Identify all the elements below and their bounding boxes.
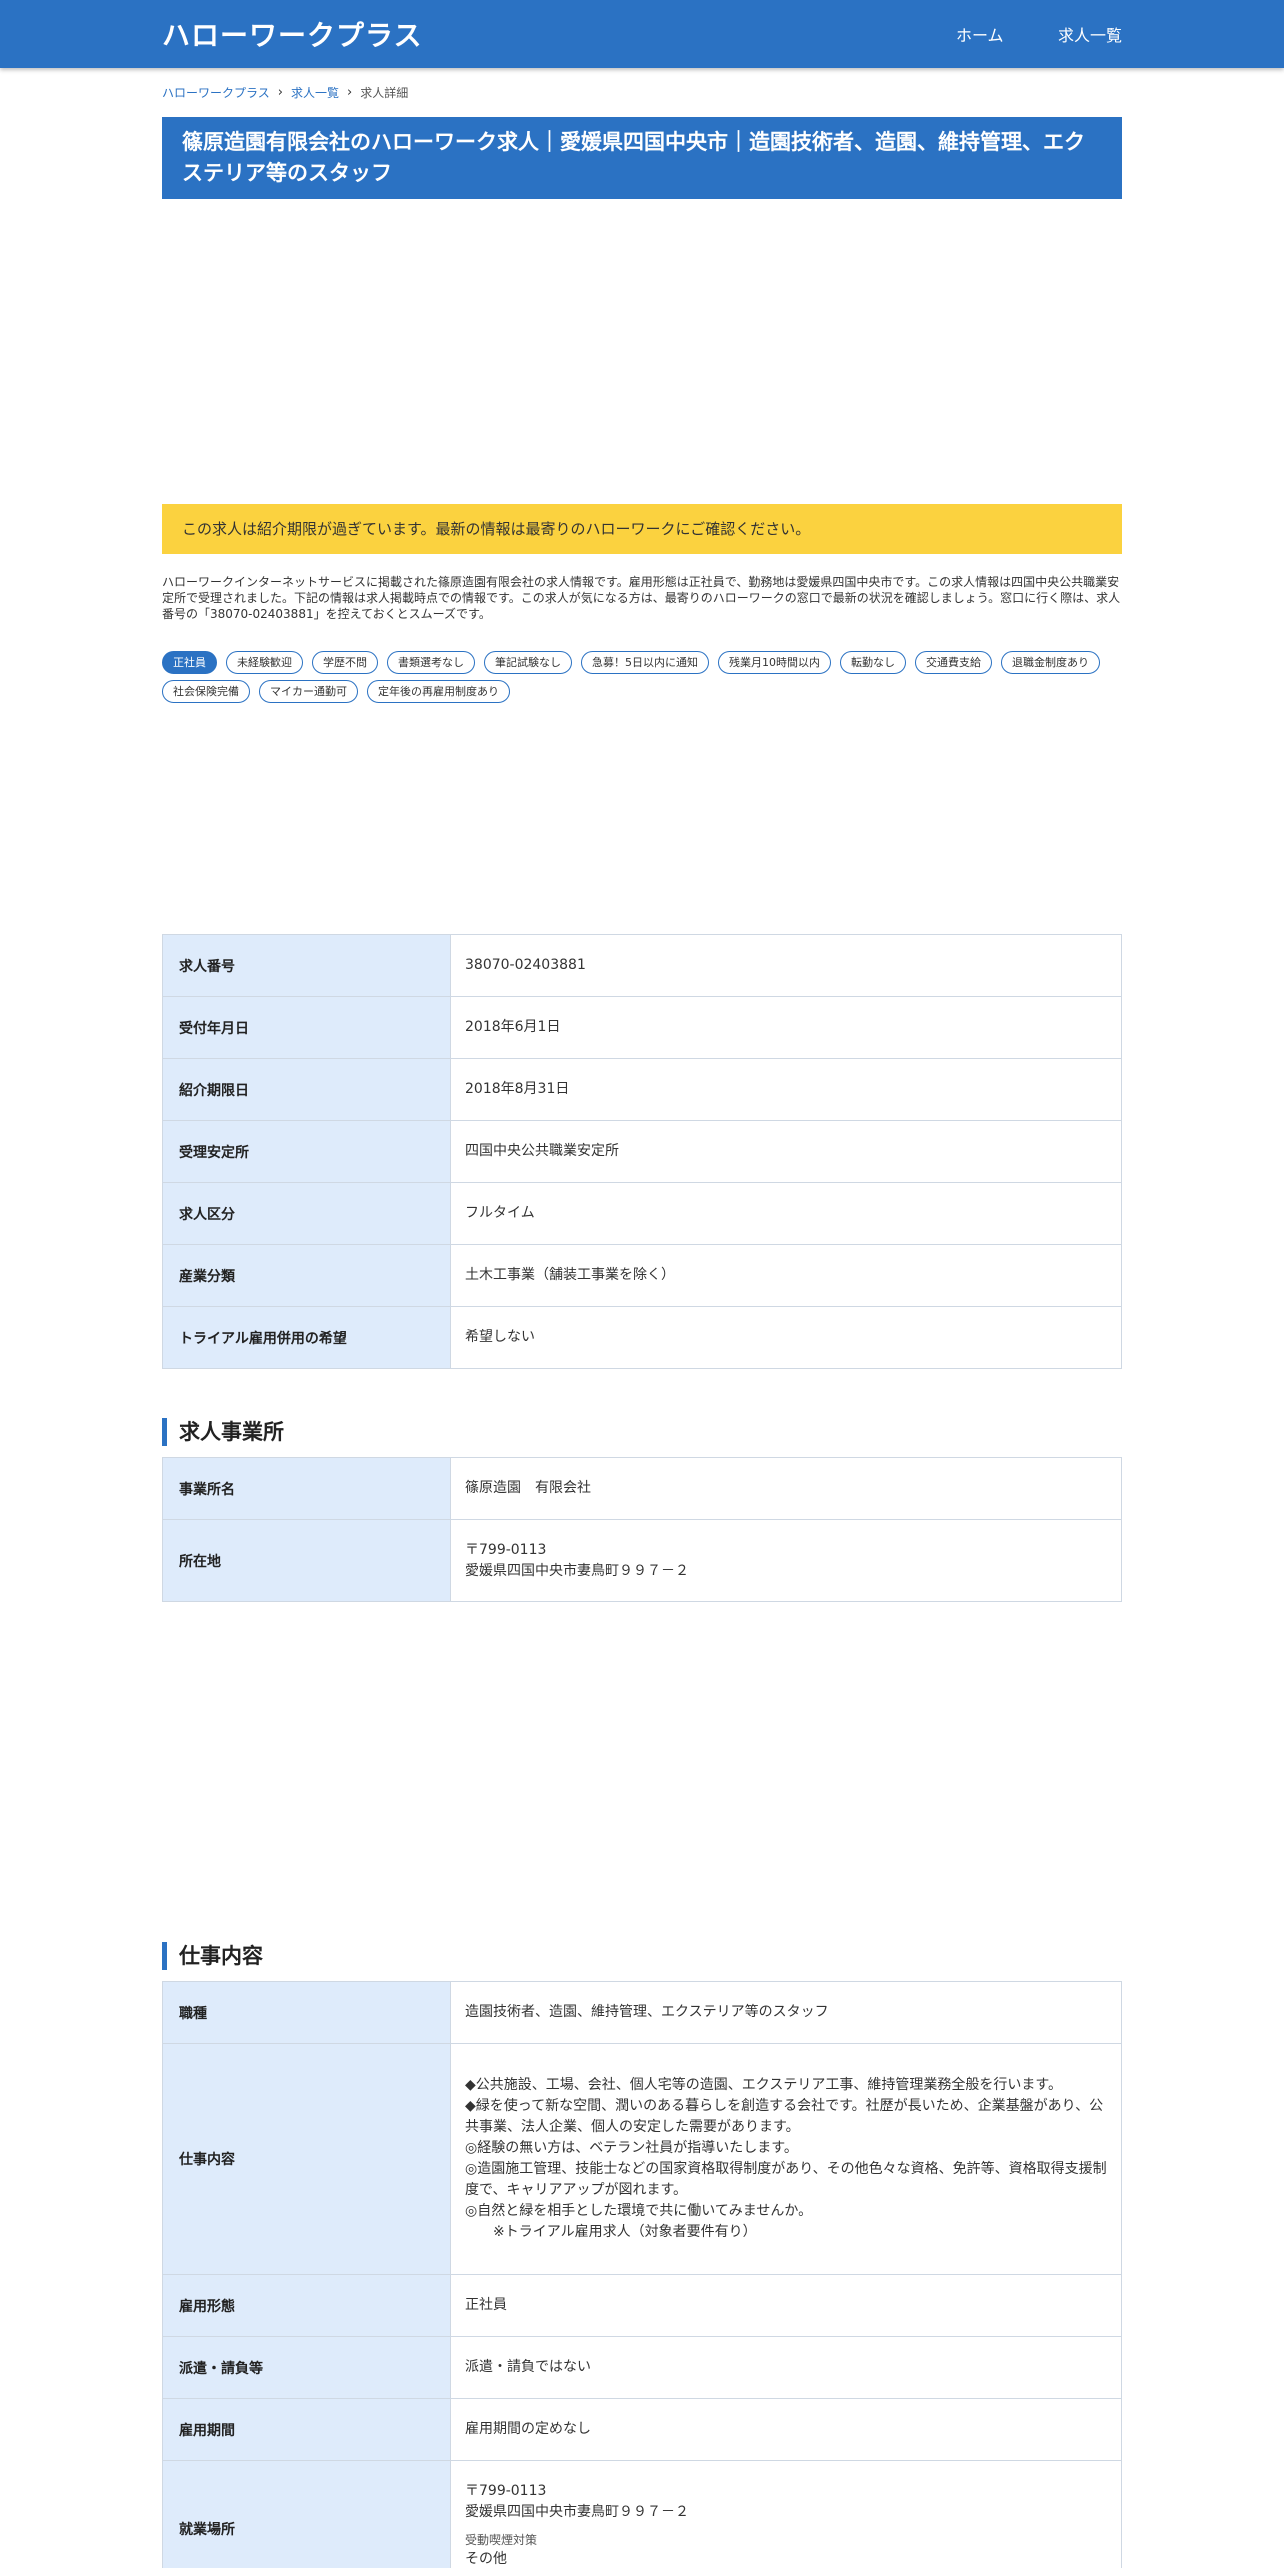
table-row: 派遣・請負等 派遣・請負ではない	[162, 2336, 1122, 2399]
row-label: 紹介期限日	[162, 1058, 451, 1121]
smoking-policy-label: 受動喫煙対策	[465, 2533, 538, 2547]
table-row: 仕事内容 ◆公共施設、工場、会社、個人宅等の造園、エクステリア工事、維持管理業務…	[162, 2043, 1122, 2275]
table-row: 求人区分 フルタイム	[162, 1182, 1122, 1245]
row-label: 求人番号	[162, 934, 451, 997]
content-line: ◎経験の無い方は、ベテラン社員が指導いたします。	[465, 2140, 798, 2156]
nav-jobs-link[interactable]: 求人一覧	[1058, 22, 1122, 46]
tag-item[interactable]: 筆記試験なし	[484, 651, 572, 674]
row-label: 職種	[162, 1981, 451, 2044]
row-value: 2018年6月1日	[450, 996, 1122, 1059]
row-label: 受理安定所	[162, 1120, 451, 1183]
row-label: 派遣・請負等	[162, 2336, 451, 2399]
table-row: 受付年月日 2018年6月1日	[162, 996, 1122, 1059]
row-value: 2018年8月31日	[450, 1058, 1122, 1121]
row-value: 〒799-0113 愛媛県四国中央市妻鳥町９９７－２ 受動喫煙対策 その他	[450, 2460, 1122, 2568]
row-label: 雇用形態	[162, 2274, 451, 2337]
breadcrumb-jobs[interactable]: 求人一覧	[291, 84, 339, 101]
row-value: 土木工事業（舗装工事業を除く）	[450, 1244, 1122, 1307]
tag-item[interactable]: 転勤なし	[840, 651, 906, 674]
tag-item[interactable]: 残業月10時間以内	[718, 651, 831, 674]
table-row: 紹介期限日 2018年8月31日	[162, 1058, 1122, 1121]
office-info-table: 事業所名 篠原造園 有限会社 所在地 〒799-0113 愛媛県四国中央市妻鳥町…	[162, 1457, 1122, 1602]
smoking-policy-value: その他	[465, 2551, 507, 2567]
table-row: 産業分類 土木工事業（舗装工事業を除く）	[162, 1244, 1122, 1307]
tag-item[interactable]: 退職金制度あり	[1001, 651, 1100, 674]
row-label: 雇用期間	[162, 2398, 451, 2461]
row-value: ◆公共施設、工場、会社、個人宅等の造園、エクステリア工事、維持管理業務全般を行い…	[450, 2043, 1122, 2275]
tag-item[interactable]: マイカー通勤可	[259, 680, 358, 703]
row-value: 〒799-0113 愛媛県四国中央市妻鳥町９９７－２	[450, 1519, 1122, 1602]
table-row: 所在地 〒799-0113 愛媛県四国中央市妻鳥町９９７－２	[162, 1519, 1122, 1602]
postal-code: 〒799-0113	[465, 2483, 547, 2499]
row-label: 就業場所	[162, 2460, 451, 2568]
table-row: 雇用期間 雇用期間の定めなし	[162, 2398, 1122, 2461]
page-title: 篠原造園有限会社のハローワーク求人｜愛媛県四国中央市｜造園技術者、造園、維持管理…	[162, 117, 1122, 199]
content-line: ◆公共施設、工場、会社、個人宅等の造園、エクステリア工事、維持管理業務全般を行い…	[465, 2077, 1062, 2093]
section-title-work: 仕事内容	[162, 1942, 263, 1970]
row-label: 仕事内容	[162, 2043, 451, 2275]
row-value: 造園技術者、造園、維持管理、エクステリア等のスタッフ	[450, 1981, 1122, 2044]
feature-tags: 正社員 未経験歓迎 学歴不問 書類選考なし 筆記試験なし 急募！5日以内に通知 …	[162, 651, 1122, 703]
job-description-summary: ハローワークインターネットサービスに掲載された篠原造園有限会社の求人情報です。雇…	[162, 575, 1121, 621]
address: 愛媛県四国中央市妻鳥町９９７－２	[465, 2504, 689, 2520]
table-row: 求人番号 38070-02403881	[162, 934, 1122, 997]
postal-code: 〒799-0113	[465, 1541, 547, 1558]
chevron-right-icon: ›	[277, 85, 283, 100]
table-row: 職種 造園技術者、造園、維持管理、エクステリア等のスタッフ	[162, 1981, 1122, 2044]
tag-item[interactable]: 急募！5日以内に通知	[581, 651, 709, 674]
chevron-right-icon: ›	[346, 85, 353, 100]
tag-item[interactable]: 書類選考なし	[387, 651, 475, 674]
row-label: 産業分類	[162, 1244, 451, 1307]
row-value: 38070-02403881	[450, 934, 1122, 997]
content-line: ◎造園施工管理、技能士などの国家資格取得制度があり、その他色々な資格、免許等、資…	[465, 2161, 1107, 2198]
breadcrumb-current: 求人詳細	[360, 86, 409, 100]
row-value: 四国中央公共職業安定所	[450, 1120, 1122, 1183]
basic-info-table: 求人番号 38070-02403881 受付年月日 2018年6月1日 紹介期限…	[162, 934, 1122, 1369]
row-label: 受付年月日	[162, 996, 451, 1059]
tag-item[interactable]: 未経験歓迎	[226, 651, 303, 674]
tag-item[interactable]: 学歴不問	[312, 651, 378, 674]
row-value: 正社員	[450, 2274, 1122, 2337]
table-row: トライアル雇用併用の希望 希望しない	[162, 1306, 1122, 1369]
nav-home-link[interactable]: ホーム	[956, 22, 1004, 46]
table-row: 雇用形態 正社員	[162, 2274, 1122, 2337]
row-value: 雇用期間の定めなし	[450, 2398, 1122, 2461]
row-value: フルタイム	[450, 1182, 1122, 1245]
section-title-office: 求人事業所	[162, 1418, 284, 1446]
tag-item[interactable]: 社会保険完備	[162, 680, 250, 703]
content-line: ※トライアル雇用求人（対象者要件有り）	[493, 2224, 757, 2240]
tag-item[interactable]: 正社員	[162, 651, 217, 674]
row-label: トライアル雇用併用の希望	[162, 1306, 451, 1369]
row-label: 所在地	[162, 1519, 451, 1602]
tag-item[interactable]: 定年後の再雇用制度あり	[367, 680, 510, 703]
address: 愛媛県四国中央市妻鳥町９９７－２	[465, 1562, 689, 1579]
table-row: 受理安定所 四国中央公共職業安定所	[162, 1120, 1122, 1183]
table-row: 事業所名 篠原造園 有限会社	[162, 1457, 1122, 1520]
breadcrumb-home[interactable]: ハローワークプラス	[162, 84, 270, 101]
row-value: 篠原造園 有限会社	[450, 1457, 1122, 1520]
table-row: 就業場所 〒799-0113 愛媛県四国中央市妻鳥町９９７－２ 受動喫煙対策 そ…	[162, 2460, 1122, 2568]
content-line: ◎自然と緑を相手とした環境で共に働いてみませんか。	[465, 2203, 813, 2219]
row-label: 求人区分	[162, 1182, 451, 1245]
expired-notice: この求人は紹介期限が過ぎています。最新の情報は最寄りのハローワークにご確認くださ…	[162, 504, 1122, 554]
row-value: 希望しない	[450, 1306, 1122, 1369]
site-header: ハローワークプラス ホーム 求人一覧	[0, 0, 1284, 68]
row-value: 派遣・請負ではない	[450, 2336, 1122, 2399]
work-info-table: 職種 造園技術者、造園、維持管理、エクステリア等のスタッフ 仕事内容 ◆公共施設…	[162, 1981, 1122, 2568]
site-logo[interactable]: ハローワークプラス	[162, 14, 422, 54]
breadcrumb: ハローワークプラス › 求人一覧 › 求人詳細	[162, 84, 408, 101]
row-label: 事業所名	[162, 1457, 451, 1520]
content-line: ◆緑を使って新な空間、潤いのある暮らしを創造する会社です。社歴が長いため、企業基…	[465, 2098, 1104, 2135]
tag-item[interactable]: 交通費支給	[915, 651, 992, 674]
